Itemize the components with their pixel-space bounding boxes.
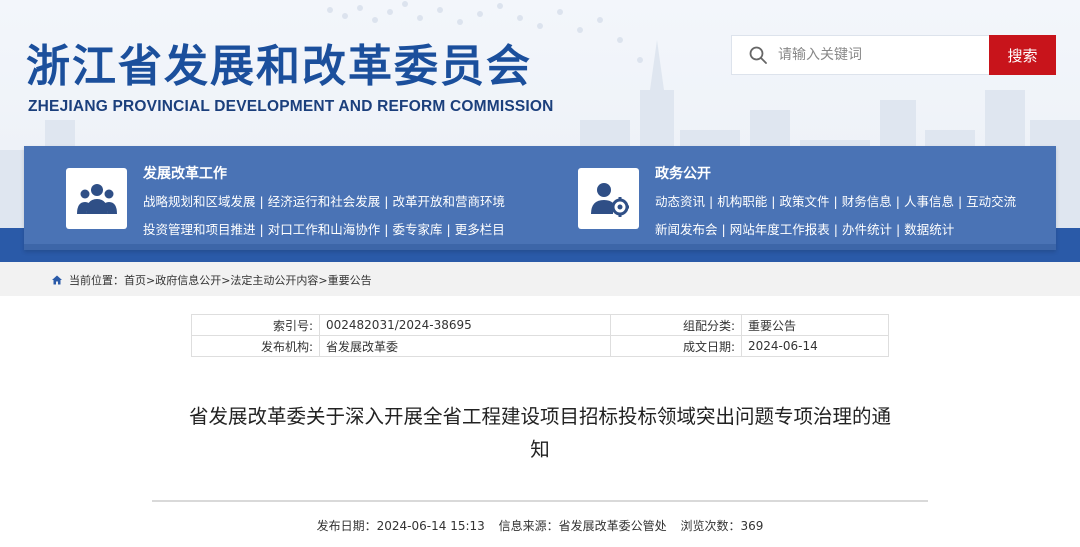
nav-link[interactable]: 数据统计: [904, 222, 954, 237]
site-logo-en: ZHEJIANG PROVINCIAL DEVELOPMENT AND REFO…: [28, 98, 554, 115]
site-logo-cn[interactable]: 浙江省发展和改革委员会: [26, 30, 532, 94]
info-source: 信息来源：省发展改革委公管处: [498, 519, 667, 533]
article-title-line2: 知: [530, 438, 550, 461]
nav-title-dev-reform[interactable]: 发展改革工作: [143, 163, 227, 183]
nav-link[interactable]: 机构职能: [717, 194, 767, 209]
nav-link[interactable]: 办件统计: [842, 222, 892, 237]
search-input[interactable]: [778, 47, 978, 63]
nav-link[interactable]: 更多栏目: [455, 222, 505, 237]
document-meta-table: 索引号: 002482031/2024-38695 组配分类: 重要公告 发布机…: [191, 314, 889, 357]
breadcrumb-prefix: 当前位置：: [69, 274, 124, 287]
nav-links-gov-affairs-row2: 新闻发布会 | 网站年度工作报表 | 办件统计 | 数据统计: [655, 222, 955, 237]
site-header: 浙江省发展和改革委员会 ZHEJIANG PROVINCIAL DEVELOPM…: [0, 0, 1080, 262]
nav-links-gov-affairs-row1: 动态资讯 | 机构职能 | 政策文件 | 财务信息 | 人事信息 | 互动交流: [655, 194, 1017, 209]
nav-link[interactable]: 互动交流: [966, 194, 1016, 209]
view-count: 浏览次数：369: [680, 519, 764, 533]
org-label: 发布机构:: [191, 335, 320, 357]
breadcrumb-path[interactable]: 首页>政府信息公开>法定主动公开内容>重要公告: [124, 272, 372, 288]
breadcrumb: 当前位置： 首页>政府信息公开>法定主动公开内容>重要公告: [51, 272, 372, 288]
nav-link[interactable]: 战略规划和区域发展: [143, 194, 256, 209]
index-label: 索引号:: [191, 314, 320, 336]
category-label: 组配分类:: [610, 314, 742, 336]
index-value: 002482031/2024-38695: [319, 314, 611, 336]
nav-panel: 发展改革工作 战略规划和区域发展 | 经济运行和社会发展 | 改革开放和营商环境 投资管…: [24, 146, 1056, 250]
nav-link[interactable]: 人事信息: [904, 194, 954, 209]
home-icon: [52, 275, 62, 285]
nav-link[interactable]: 新闻发布会: [655, 222, 718, 237]
article-title: 省发展改革委关于深入开展全省工程建设项目招标投标领域突出问题专项治理的通 知: [150, 400, 930, 466]
nav-link[interactable]: 网站年度工作报表: [730, 222, 830, 237]
nav-links-dev-reform-row2: 投资管理和项目推进 | 对口工作和山海协作 | 委专家库 | 更多栏目: [143, 222, 505, 237]
nav-link[interactable]: 对口工作和山海协作: [268, 222, 381, 237]
nav-title-gov-affairs[interactable]: 政务公开: [655, 163, 711, 183]
search-icon: [749, 46, 767, 64]
user-settings-icon: [590, 182, 629, 217]
nav-link[interactable]: 经济运行和社会发展: [268, 194, 381, 209]
nav-link[interactable]: 改革开放和营商环境: [392, 194, 505, 209]
nav-links-dev-reform-row1: 战略规划和区域发展 | 经济运行和社会发展 | 改革开放和营商环境: [143, 194, 505, 209]
publish-date: 发布日期：2024-06-14 15:13: [316, 519, 485, 533]
date-value: 2024-06-14: [741, 335, 889, 357]
gov-affairs-icon-box[interactable]: [578, 168, 639, 229]
publish-info: 发布日期：2024-06-14 15:13 信息来源：省发展改革委公管处 浏览次…: [0, 517, 1080, 534]
org-value: 省发展改革委: [319, 335, 611, 357]
people-group-icon: [76, 183, 117, 214]
article-title-line1: 省发展改革委关于深入开展全省工程建设项目招标投标领域突出问题专项治理的通: [188, 405, 891, 428]
search-button[interactable]: 搜索: [989, 35, 1056, 75]
nav-link[interactable]: 财务信息: [842, 194, 892, 209]
category-value: 重要公告: [741, 314, 889, 336]
nav-link[interactable]: 委专家库: [392, 222, 442, 237]
dev-reform-work-icon-box[interactable]: [66, 168, 127, 229]
search-bar: 搜索: [731, 35, 1056, 75]
date-label: 成文日期:: [610, 335, 742, 357]
nav-link[interactable]: 政策文件: [779, 194, 829, 209]
nav-link[interactable]: 投资管理和项目推进: [143, 222, 256, 237]
nav-link[interactable]: 动态资讯: [655, 194, 705, 209]
title-divider: [152, 500, 928, 502]
